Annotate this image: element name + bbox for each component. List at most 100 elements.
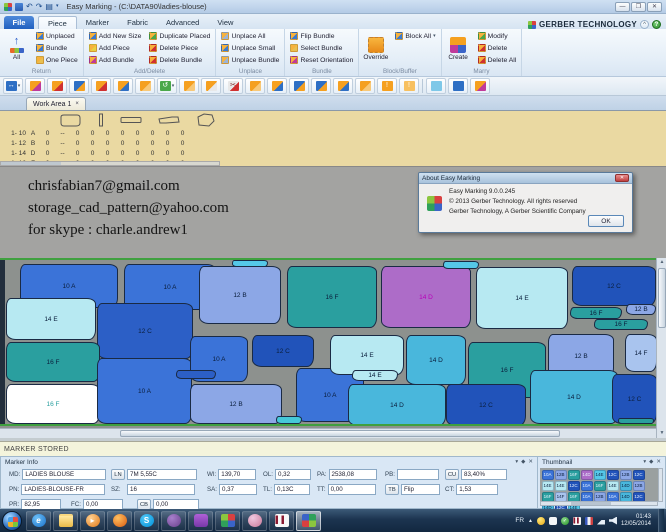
tb-button[interactable]: TB [385, 484, 399, 495]
piece-count-cell[interactable]: -- [55, 140, 70, 147]
piece-count-cell[interactable]: 0 [175, 150, 190, 157]
ribbon-button-unplaced[interactable]: Unplaced [34, 30, 80, 42]
ribbon-button-delete[interactable]: Delete [476, 42, 519, 54]
piece-count-cell[interactable]: 0 [100, 130, 115, 137]
thumbnail-piece[interactable]: 14D [620, 492, 632, 502]
help-icon[interactable]: ? [652, 20, 661, 29]
toolbar-place-piece-button[interactable] [113, 78, 133, 94]
marker-piece-12-c[interactable]: 12 C [97, 303, 193, 359]
scroll-down-icon[interactable]: ▼ [657, 429, 666, 438]
piece-count-cell[interactable]: 0 [130, 130, 145, 137]
thumbnail-piece[interactable]: 16F [568, 470, 580, 480]
piece-count-cell[interactable]: 0 [175, 140, 190, 147]
ribbon-button-duplicate-placed[interactable]: Duplicate Placed [147, 30, 212, 42]
close-panel-icon[interactable]: ✕ [528, 459, 533, 465]
toolbar-align-floor-button[interactable] [267, 78, 287, 94]
ribbon-button-one-piece[interactable]: One Piece [34, 54, 80, 66]
toolbar-cut-button[interactable]: ✂ [223, 78, 243, 94]
piece-count-cell[interactable]: 0 [70, 150, 85, 157]
clock[interactable]: 01:43 12/05/2014 [621, 514, 651, 528]
ribbon-button-delete-all[interactable]: Delete All [476, 54, 519, 66]
volume-icon[interactable] [609, 517, 617, 525]
close-panel-icon[interactable]: ✕ [656, 459, 661, 465]
toolbar-warning-button[interactable]: ! [377, 78, 397, 94]
piece-count-cell[interactable]: 0 [130, 140, 145, 147]
tab-fabric[interactable]: Fabric [118, 16, 157, 29]
taskbar-em-button[interactable] [296, 511, 321, 531]
ribbon-button-flip-bundle[interactable]: Flip Bundle [288, 30, 355, 42]
thumbnail-piece[interactable]: 12B [620, 470, 632, 480]
piece-count-cell[interactable]: 0 [145, 140, 160, 147]
pattern-name-field[interactable]: LADIES-BLOUSE-FR [21, 484, 105, 495]
flip-field[interactable]: Flip [401, 484, 440, 495]
tab-advanced[interactable]: Advanced [157, 16, 208, 29]
piece-count-cell[interactable]: 0 [70, 130, 85, 137]
toolbar-piece-menu-button[interactable] [25, 78, 45, 94]
width-field[interactable]: 139,70 [218, 469, 256, 480]
sa-field[interactable]: 0,37 [219, 484, 257, 495]
marker-piece-12-c[interactable]: 12 C [612, 374, 657, 424]
marker-piece-14-d[interactable]: 14 D [530, 370, 618, 424]
tray-expand-icon[interactable]: ▲ [528, 518, 533, 524]
piece-count-cell[interactable]: 0 [85, 140, 100, 147]
ol-field[interactable]: 0,32 [275, 469, 311, 480]
show-desktop-button[interactable] [658, 509, 664, 532]
taskbar-wmp-button[interactable]: ▸ [80, 511, 105, 531]
thumbnail-piece[interactable]: 10A [581, 481, 593, 491]
taskbar-viber-button[interactable] [161, 511, 186, 531]
marker-piece-16-f[interactable]: 16 F [594, 319, 648, 330]
piece-count-cell[interactable]: -- [55, 130, 70, 137]
tab-view[interactable]: View [208, 16, 242, 29]
piece-count-cell[interactable]: 0 [130, 150, 145, 157]
marker-piece-12-b[interactable]: 12 B [190, 384, 282, 424]
about-ok-button[interactable]: OK [588, 215, 624, 227]
piece-count-cell[interactable]: 0 [40, 150, 55, 157]
thumbnail-vertical-scrollbar[interactable] [658, 468, 663, 502]
scroll-up-icon[interactable]: ▲ [657, 258, 666, 267]
ribbon-button-reset-orientation[interactable]: Reset Orientation [288, 54, 355, 66]
model-field[interactable]: LADIES BLOUSE [22, 469, 106, 480]
thumbnail-piece[interactable]: 16F [594, 481, 606, 491]
piece-count-cell[interactable]: 0 [40, 130, 55, 137]
ribbon-button-bundle[interactable]: Bundle [34, 42, 80, 54]
marker-piece-12-c[interactable]: 12 C [572, 266, 656, 306]
ribbon-button-unplace-bundle[interactable]: Unplace Bundle [219, 54, 281, 66]
pin-icon[interactable]: ◆ [649, 459, 653, 465]
piece-count-cell[interactable]: 0 [145, 130, 160, 137]
piece-count-cell[interactable]: 0 [115, 140, 130, 147]
marker-piece-14-d[interactable]: 14 D [348, 384, 446, 426]
utilization-field[interactable]: 83,40% [461, 469, 507, 480]
piece-count-cell[interactable]: 0 [70, 140, 85, 147]
toolbar-slide-left-button[interactable] [91, 78, 111, 94]
size-field[interactable]: 16 [127, 484, 195, 495]
thumbnail-piece[interactable]: 10A [607, 492, 619, 502]
file-menu-button[interactable]: File [4, 16, 34, 29]
toolbar-grab-button[interactable] [355, 78, 375, 94]
app-tray-icon[interactable]: ▌▌ [573, 517, 581, 525]
thumbnail-piece[interactable]: 12B [594, 492, 606, 502]
ribbon-button-modify[interactable]: Modify [476, 30, 519, 42]
thumbnail-piece[interactable]: 12B [555, 470, 567, 480]
thumbnail-piece[interactable]: 12B [633, 481, 645, 491]
action-center-icon[interactable] [585, 517, 593, 525]
work-area-tab[interactable]: Work Area 1 × [26, 97, 86, 110]
taskbar-paint-button[interactable] [242, 511, 267, 531]
marker-piece[interactable] [176, 370, 216, 379]
update-ok-tray-icon[interactable]: ✓ [561, 517, 569, 525]
ribbon-button-create[interactable]: Create [445, 30, 472, 67]
taskbar-skype-button[interactable]: S [134, 511, 159, 531]
tab-marker[interactable]: Marker [77, 16, 118, 29]
marker-piece[interactable] [232, 260, 268, 267]
ribbon-button-select-bundle[interactable]: Select Bundle [288, 42, 355, 54]
panel-menu-icon[interactable]: ▾ [643, 459, 646, 465]
start-button[interactable] [2, 511, 22, 531]
toolbar-block-dark-button[interactable] [448, 78, 468, 94]
thumbnail-piece[interactable]: 14E [542, 481, 554, 491]
smiley-tray-icon[interactable] [537, 517, 545, 525]
pin-icon[interactable]: ◆ [521, 459, 525, 465]
marker-canvas[interactable]: 10 A10 A12 B16 F14 D14 E12 C16 F12 B16 F… [0, 258, 666, 438]
piece-count-cell[interactable]: 0 [40, 140, 55, 147]
marker-piece-14-d[interactable]: 14 D [406, 335, 466, 385]
thumbnail-piece[interactable]: 12C [607, 470, 619, 480]
toolbar-select-box-button[interactable] [333, 78, 353, 94]
